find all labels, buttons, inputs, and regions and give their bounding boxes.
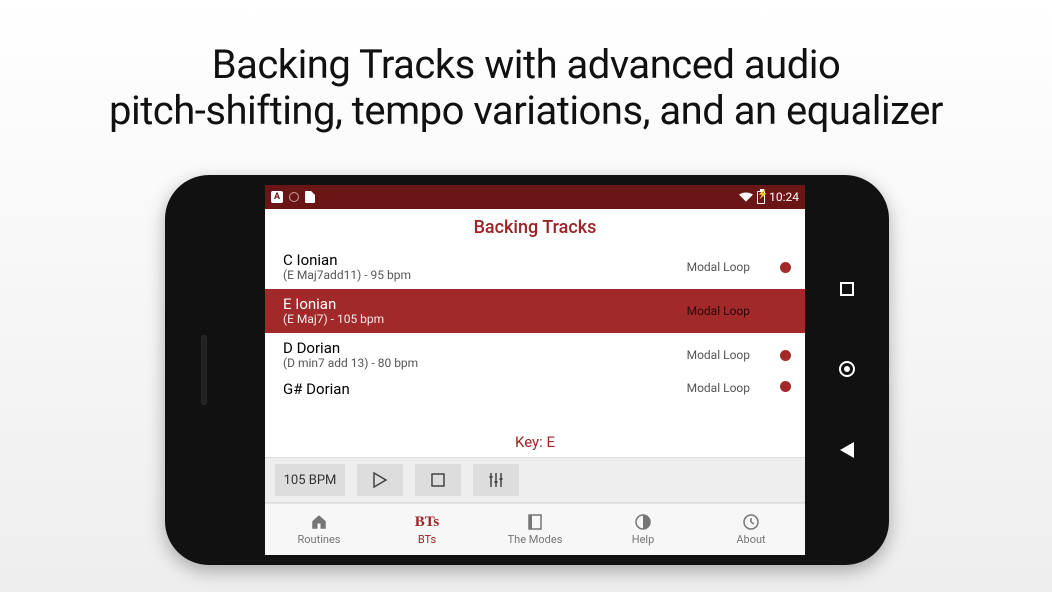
tab-help[interactable]: Help: [589, 504, 697, 555]
headline: Backing Tracks with advanced audio pitch…: [0, 42, 1052, 134]
track-list: C Ionian (E Maj7add11) - 95 bpm Modal Lo…: [265, 245, 805, 429]
status-time: 10:24: [769, 190, 799, 204]
stop-icon: [430, 472, 446, 488]
tab-label: The Modes: [508, 533, 563, 546]
track-subtitle: (D min7 add 13) - 80 bpm: [283, 356, 687, 370]
equalizer-icon: [487, 471, 505, 489]
record-indicator-icon: [780, 350, 791, 361]
tab-label: BTs: [418, 533, 436, 546]
track-title: G# Dorian: [283, 381, 687, 398]
nav-back-button[interactable]: [840, 442, 854, 458]
track-subtitle: (E Maj7) - 105 bpm: [283, 312, 687, 326]
track-title: E Ionian: [283, 296, 687, 313]
tab-bts[interactable]: BTs BTs: [373, 504, 481, 555]
app-screen: A 10:24 Backing Tracks C Ionian (E Maj7a…: [265, 185, 805, 555]
bottom-nav: Routines BTs BTs The Modes Help: [265, 503, 805, 555]
tab-about[interactable]: About: [697, 504, 805, 555]
status-bar: A 10:24: [265, 185, 805, 209]
record-indicator-icon: [780, 262, 791, 273]
nav-home-button[interactable]: [839, 361, 855, 377]
phone-speaker: [201, 335, 207, 405]
sim-icon: [305, 191, 315, 203]
about-icon: [742, 513, 760, 531]
headline-line-2: pitch-shifting, tempo variations, and an…: [109, 87, 943, 134]
track-tag: Modal Loop: [687, 260, 750, 274]
status-indicator-icon: [289, 192, 299, 202]
phone-frame: A 10:24 Backing Tracks C Ionian (E Maj7a…: [165, 175, 889, 565]
tab-label: Routines: [298, 533, 341, 546]
headline-line-1: Backing Tracks with advanced audio: [212, 41, 841, 88]
book-icon: [528, 513, 542, 531]
tab-label: About: [736, 533, 765, 546]
track-title: C Ionian: [283, 252, 687, 269]
track-row[interactable]: C Ionian (E Maj7add11) - 95 bpm Modal Lo…: [265, 245, 805, 289]
bpm-button[interactable]: 105 BPM: [275, 464, 345, 496]
play-button[interactable]: [357, 464, 403, 496]
tab-routines[interactable]: Routines: [265, 504, 373, 555]
nav-recents-button[interactable]: [840, 282, 854, 296]
tab-modes[interactable]: The Modes: [481, 504, 589, 555]
help-icon: [634, 513, 652, 531]
wifi-icon: [739, 192, 753, 202]
keyboard-icon: A: [271, 191, 283, 203]
track-title: D Dorian: [283, 340, 687, 357]
record-indicator-icon: [780, 381, 791, 392]
track-tag: Modal Loop: [687, 304, 750, 318]
battery-icon: [757, 191, 765, 204]
tab-label: Help: [632, 533, 655, 546]
bts-icon: BTs: [415, 513, 439, 531]
player-controls: 105 BPM: [265, 457, 805, 503]
android-navbar: [819, 250, 875, 490]
track-row[interactable]: D Dorian (D min7 add 13) - 80 bpm Modal …: [265, 333, 805, 377]
track-row[interactable]: G# Dorian Modal Loop: [265, 377, 805, 407]
page-title: Backing Tracks: [265, 209, 805, 245]
home-icon: [310, 513, 328, 531]
equalizer-button[interactable]: [473, 464, 519, 496]
track-tag: Modal Loop: [687, 348, 750, 362]
play-icon: [371, 471, 389, 489]
stop-button[interactable]: [415, 464, 461, 496]
track-tag: Modal Loop: [687, 381, 750, 395]
key-label: Key: E: [265, 429, 805, 457]
track-subtitle: (E Maj7add11) - 95 bpm: [283, 268, 687, 282]
track-row[interactable]: E Ionian (E Maj7) - 105 bpm Modal Loop: [265, 289, 805, 333]
